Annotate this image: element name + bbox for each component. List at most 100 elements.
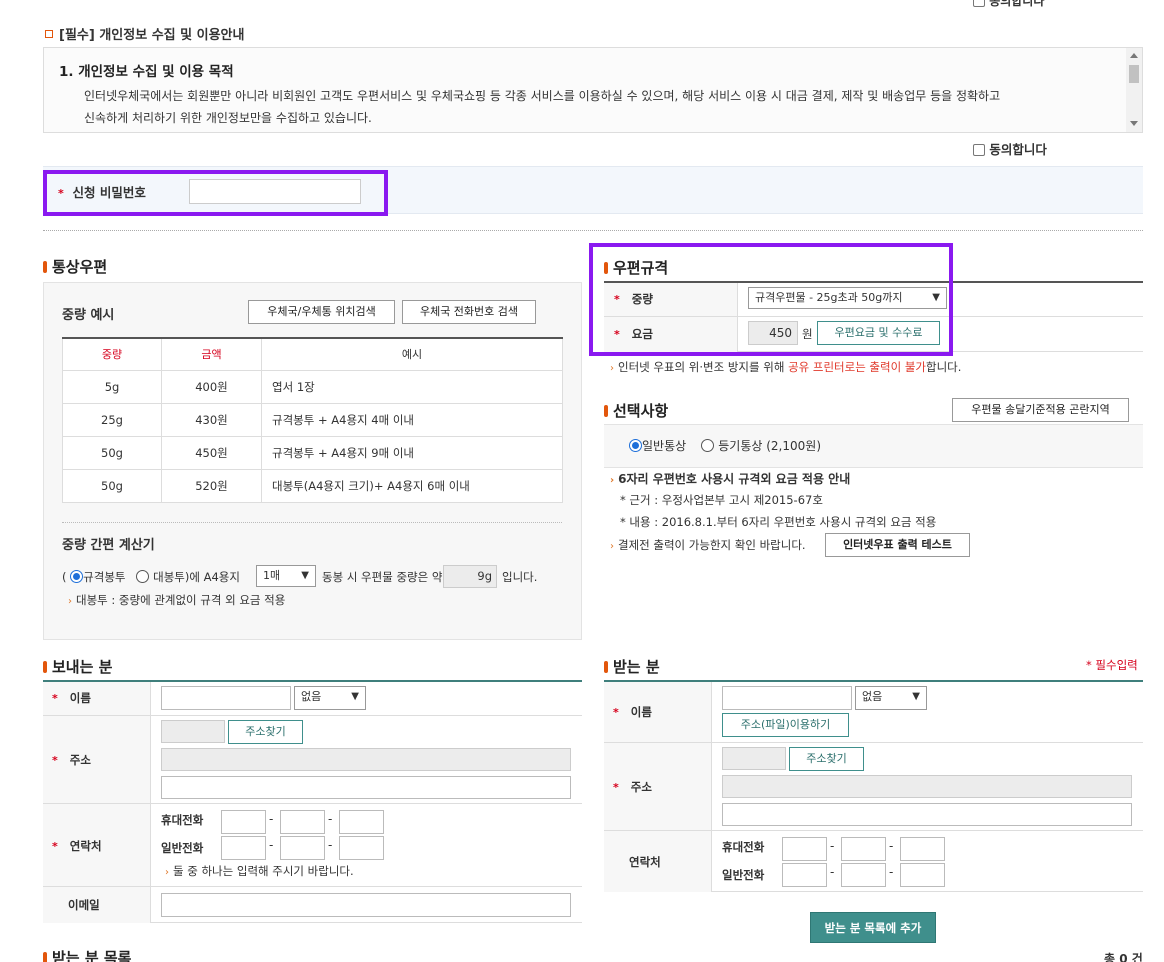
- receiver-zipcode: [722, 747, 786, 770]
- chevron-down-icon: ▼: [351, 691, 359, 702]
- calc-note: › 대봉투 : 중량에 관계없이 규격 외 요금 적용: [68, 593, 286, 607]
- add-receiver-button[interactable]: 받는 분 목록에 추가: [810, 912, 936, 943]
- sender-title: 보내는 분: [43, 656, 112, 677]
- scrollbar[interactable]: [1126, 48, 1142, 132]
- privacy-agree[interactable]: 동의합니다: [973, 139, 1047, 158]
- receiver-list-count: 총 0 건: [1104, 952, 1143, 962]
- sender-address-label: * 주소: [52, 753, 91, 767]
- sheet-count-select[interactable]: 1매 ▼: [256, 565, 316, 587]
- print-check-text: › 결제전 출력이 가능한지 확인 바랍니다.: [610, 538, 806, 552]
- receiver-mobile-label: 휴대전화: [722, 840, 765, 854]
- sender-contact-label: * 연락처: [52, 839, 102, 853]
- table-row: 50g 450원 규격봉투 + A4용지 9매 이내: [62, 435, 563, 470]
- table-header: 금액: [161, 337, 262, 371]
- receiver-address-label: * 주소: [613, 780, 652, 794]
- receiver-mobile-2[interactable]: [841, 837, 886, 861]
- receiver-phone-2[interactable]: [841, 863, 886, 887]
- receiver-phone-3[interactable]: [900, 863, 945, 887]
- dash: -: [830, 865, 835, 879]
- dash: -: [269, 812, 274, 826]
- sender-row-line: [43, 803, 582, 804]
- section-bullet-icon: [43, 952, 47, 962]
- sender-address-2[interactable]: [161, 776, 571, 799]
- address-file-button[interactable]: 주소(파일)이용하기: [722, 713, 849, 737]
- dash: -: [889, 839, 894, 853]
- calc-end: 입니다.: [502, 570, 538, 584]
- scroll-thumb[interactable]: [1129, 65, 1139, 83]
- sender-row-line: [43, 715, 582, 716]
- sender-address-search-button[interactable]: 주소찾기: [228, 720, 303, 744]
- scroll-down-icon[interactable]: [1130, 121, 1138, 126]
- receiver-title: 받는 분: [604, 656, 660, 677]
- spec-notice: › 인터넷 우표의 위·변조 방지를 위해 공유 프린터로는 출력이 불가합니다.: [610, 360, 962, 374]
- calc-tail: 동봉 시 우편물 중량은 약: [322, 570, 443, 584]
- weight-table: 중량 금액 예시 5g 400원 엽서 1장 25g 430원 규격봉투 + A…: [62, 337, 563, 503]
- privacy-body-1: 인터넷우체국에서는 회원뿐만 아니라 비회원인 고객도 우편서비스 및 우체국쇼…: [84, 89, 1001, 103]
- sender-contact-note: › 둘 중 하나는 입력해 주시기 바랍니다.: [165, 864, 354, 878]
- chevron-down-icon: ▼: [912, 691, 920, 702]
- table-header: 예시: [261, 337, 563, 371]
- privacy-box[interactable]: 1. 개인정보 수집 및 이용 목적 인터넷우체국에서는 회원뿐만 아니라 비회…: [43, 47, 1143, 133]
- receiver-name-select[interactable]: 없음 ▼: [855, 686, 927, 710]
- scroll-up-icon[interactable]: [1130, 53, 1138, 58]
- sender-mobile-1[interactable]: [221, 810, 266, 834]
- envelope-large-radio[interactable]: [136, 570, 150, 583]
- divider: [43, 230, 1143, 231]
- area-button[interactable]: 우편물 송달기준적용 곤란지역: [952, 398, 1129, 422]
- sender-phone-1[interactable]: [221, 836, 266, 860]
- sender-mobile-2[interactable]: [280, 810, 325, 834]
- options-notice-basis: * 근거 : 우정사업본부 고시 제2015-67호: [620, 493, 823, 507]
- sender-phone-3[interactable]: [339, 836, 384, 860]
- privacy-title: [필수] 개인정보 수집 및 이용안내: [45, 24, 244, 43]
- regular-mail-radio[interactable]: [629, 439, 642, 452]
- section-bullet-icon: [43, 661, 47, 673]
- sender-zipcode: [161, 720, 225, 743]
- options-title: 선택사항: [604, 400, 668, 421]
- receiver-name-input[interactable]: [722, 686, 852, 710]
- calc-row: ( 규격봉투 대봉투)에 A4용지: [62, 570, 240, 584]
- square-bullet-icon: [45, 30, 53, 38]
- privacy-agree-checkbox[interactable]: [973, 144, 985, 156]
- receiver-phone-label: 일반전화: [722, 868, 765, 882]
- receiver-row-line: [604, 830, 1143, 831]
- agree-checkbox[interactable]: [973, 0, 985, 7]
- envelope-standard-radio[interactable]: [70, 570, 84, 583]
- privacy-body-2: 신속하게 처리하기 위한 개인정보만을 수집하고 있습니다.: [84, 111, 372, 125]
- sender-name-label: * 이름: [52, 691, 91, 705]
- options-radios: 일반통상 등기통상 (2,100원): [629, 437, 821, 454]
- receiver-name-label: * 이름: [613, 705, 652, 719]
- receiver-contact-label: 연락처: [629, 855, 661, 869]
- section-bullet-icon: [604, 405, 608, 417]
- receiver-address-2[interactable]: [722, 803, 1132, 826]
- sender-row-line: [43, 886, 582, 887]
- receiver-mobile-1[interactable]: [782, 837, 827, 861]
- options-notice-title: › 6자리 우편번호 사용시 규격외 요금 적용 안내: [610, 472, 851, 486]
- highlight-password: [43, 170, 388, 216]
- dash: -: [269, 838, 274, 852]
- receiver-address-search-button[interactable]: 주소찾기: [789, 747, 864, 771]
- location-search-button[interactable]: 우체국/우체통 위치검색: [248, 300, 395, 324]
- sender-name-input[interactable]: [161, 686, 291, 710]
- receiver-phone-1[interactable]: [782, 863, 827, 887]
- phone-search-button[interactable]: 우체국 전화번호 검색: [402, 300, 536, 324]
- print-test-button[interactable]: 인터넷우표 출력 테스트: [825, 533, 970, 557]
- options-notice-content: * 내용 : 2016.8.1.부터 6자리 우편번호 사용시 규격외 요금 적…: [620, 515, 937, 529]
- section-bullet-icon: [43, 261, 47, 273]
- table-header: 중량: [62, 337, 162, 371]
- dash: -: [830, 839, 835, 853]
- weight-example-title: 중량 예시: [62, 308, 115, 323]
- sender-phone-2[interactable]: [280, 836, 325, 860]
- table-row: 5g 400원 엽서 1장: [62, 369, 563, 404]
- sender-name-select[interactable]: 없음 ▼: [294, 686, 366, 710]
- calc-divider: [62, 522, 562, 523]
- table-row: 50g 520원 대봉투(A4용지 크기)+ A4용지 6매 이내: [62, 468, 563, 503]
- calc-weight-field: 9g: [443, 565, 497, 588]
- receiver-address-1: [722, 775, 1132, 798]
- registered-mail-radio[interactable]: [701, 439, 715, 452]
- sender-mobile-3[interactable]: [339, 810, 384, 834]
- dash: -: [328, 812, 333, 826]
- receiver-mobile-3[interactable]: [900, 837, 945, 861]
- sender-phone-label: 일반전화: [161, 841, 204, 855]
- sender-email-input[interactable]: [161, 893, 571, 917]
- top-agree-partial[interactable]: 동의합니다: [973, 0, 1044, 9]
